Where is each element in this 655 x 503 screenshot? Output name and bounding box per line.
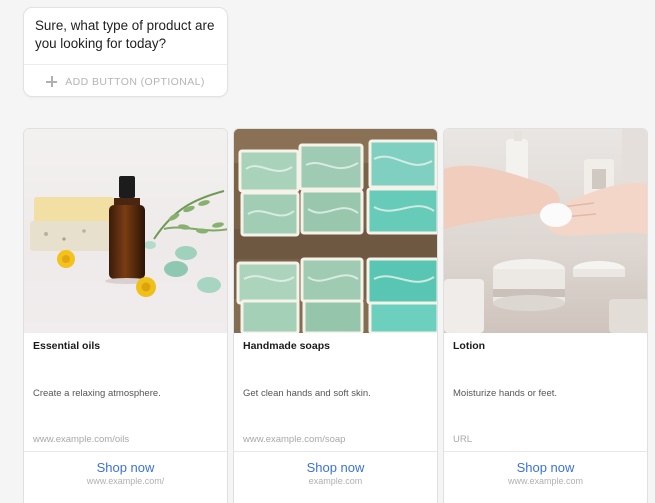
text-message-bubble[interactable]: Sure, what type of product are you looki… [23,7,228,97]
chat-canvas: Sure, what type of product are you looki… [0,0,655,503]
card-title[interactable]: Lotion [453,340,485,352]
product-card-essential-oils[interactable]: Essential oils Create a relaxing atmosph… [23,128,228,503]
message-text[interactable]: Sure, what type of product are you looki… [35,17,217,53]
add-button-button[interactable]: ADD BUTTON (OPTIONAL) [24,65,227,98]
shop-now-label: Shop now [306,460,365,475]
shop-now-button[interactable]: Shop now example.com [234,452,437,492]
card-url[interactable]: www.example.com/oils [33,434,129,445]
plus-icon [46,76,58,87]
shop-now-button[interactable]: Shop now www.example.com [444,452,647,492]
card-title[interactable]: Essential oils [33,340,100,352]
shop-now-label: Shop now [96,460,155,475]
add-button-label: ADD BUTTON (OPTIONAL) [65,75,205,88]
shop-now-url: www.example.com [507,476,584,486]
product-card-lotion[interactable]: Lotion Moisturize hands or feet. URL Sho… [443,128,648,503]
card-url[interactable]: www.example.com/soap [243,434,345,445]
card-description[interactable]: Get clean hands and soft skin. [243,388,371,399]
lotion-hands-image [444,129,647,333]
card-url[interactable]: URL [453,434,472,445]
essential-oil-bottle-image [24,129,227,333]
card-title[interactable]: Handmade soaps [243,340,330,352]
card-description[interactable]: Moisturize hands or feet. [453,388,557,399]
shop-now-url: www.example.com/ [86,476,165,486]
shop-now-label: Shop now [516,460,575,475]
soap-bars-image [234,129,437,333]
product-card-handmade-soaps[interactable]: Handmade soaps Get clean hands and soft … [233,128,438,503]
card-description[interactable]: Create a relaxing atmosphere. [33,388,161,399]
shop-now-button[interactable]: Shop now www.example.com/ [24,452,227,492]
shop-now-url: example.com [308,476,363,486]
